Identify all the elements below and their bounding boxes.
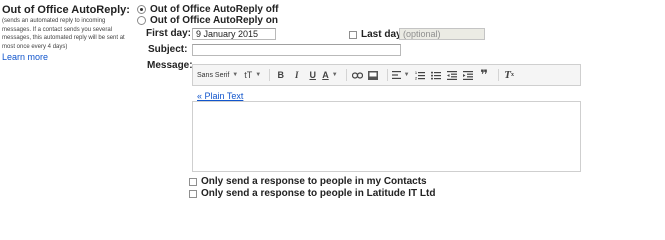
svg-text:2: 2 — [415, 76, 417, 80]
first-day-input[interactable]: 9 January 2015 — [192, 28, 276, 40]
remove-formatting-icon[interactable]: Tx — [503, 68, 516, 82]
toolbar-divider — [386, 69, 388, 81]
italic-icon[interactable]: I — [290, 68, 303, 82]
font-size-glyph: tT — [244, 70, 253, 80]
bulleted-list-icon[interactable] — [430, 68, 443, 82]
subject-label: Subject: — [148, 44, 188, 55]
link-icon[interactable] — [351, 68, 364, 82]
subject-input[interactable] — [192, 44, 401, 56]
font-dropdown[interactable]: Sans Serif ▼ — [197, 68, 238, 82]
numbered-list-icon[interactable]: 12 — [414, 68, 427, 82]
last-day-input: (optional) — [399, 28, 485, 40]
font-name: Sans Serif — [197, 71, 230, 79]
bold-icon[interactable]: B — [274, 68, 287, 82]
chevron-down-icon: ▼ — [255, 72, 262, 78]
quote-icon[interactable]: ❞ — [478, 68, 491, 82]
first-day-label: First day: — [146, 28, 192, 39]
text-color-icon[interactable]: A ▼ — [322, 68, 337, 82]
autoreply-off-label: Out of Office AutoReply off — [150, 3, 279, 15]
toolbar-divider — [269, 69, 271, 81]
learn-more-link[interactable]: Learn more — [2, 52, 48, 62]
image-icon[interactable] — [367, 68, 380, 82]
text-color-glyph: A — [322, 70, 329, 80]
last-day-checkbox[interactable] — [349, 30, 357, 39]
autoreply-on-option[interactable]: Out of Office AutoReply on — [137, 14, 278, 26]
domain-only-label: Only send a response to people in Latitu… — [201, 188, 436, 199]
contacts-only-checkbox[interactable] — [189, 177, 197, 186]
last-day-option[interactable]: Last day: — [349, 29, 405, 40]
contacts-only-option[interactable]: Only send a response to people in my Con… — [189, 176, 427, 187]
font-size-icon[interactable]: tT ▼ — [244, 68, 261, 82]
autoreply-description: (sends an automated reply to incoming me… — [2, 18, 125, 50]
chevron-down-icon: ▼ — [331, 72, 338, 78]
autoreply-on-label: Out of Office AutoReply on — [150, 14, 278, 26]
align-icon[interactable]: ▼ — [391, 68, 410, 82]
underline-icon[interactable]: U — [306, 68, 319, 82]
message-editor[interactable] — [192, 101, 581, 172]
autoreply-section-title: Out of Office AutoReply: — [2, 4, 130, 16]
domain-only-option[interactable]: Only send a response to people in Latitu… — [189, 188, 435, 199]
indent-less-icon[interactable] — [446, 68, 459, 82]
plain-text-link[interactable]: « Plain Text — [197, 91, 243, 101]
toolbar-divider — [497, 69, 499, 81]
autoreply-on-radio[interactable] — [137, 15, 146, 25]
autoreply-off-radio[interactable] — [137, 4, 146, 14]
toolbar-divider — [345, 69, 347, 81]
chevron-down-icon: ▼ — [232, 72, 239, 78]
formatting-toolbar: Sans Serif ▼ tT ▼ B I U A ▼ ▼ 12 ❞ Tx — [192, 64, 581, 86]
message-label: Message: — [147, 60, 193, 71]
svg-text:1: 1 — [415, 71, 417, 75]
contacts-only-label: Only send a response to people in my Con… — [201, 176, 427, 187]
domain-only-checkbox[interactable] — [189, 189, 197, 198]
indent-more-icon[interactable] — [462, 68, 475, 82]
chevron-down-icon: ▼ — [403, 72, 410, 78]
